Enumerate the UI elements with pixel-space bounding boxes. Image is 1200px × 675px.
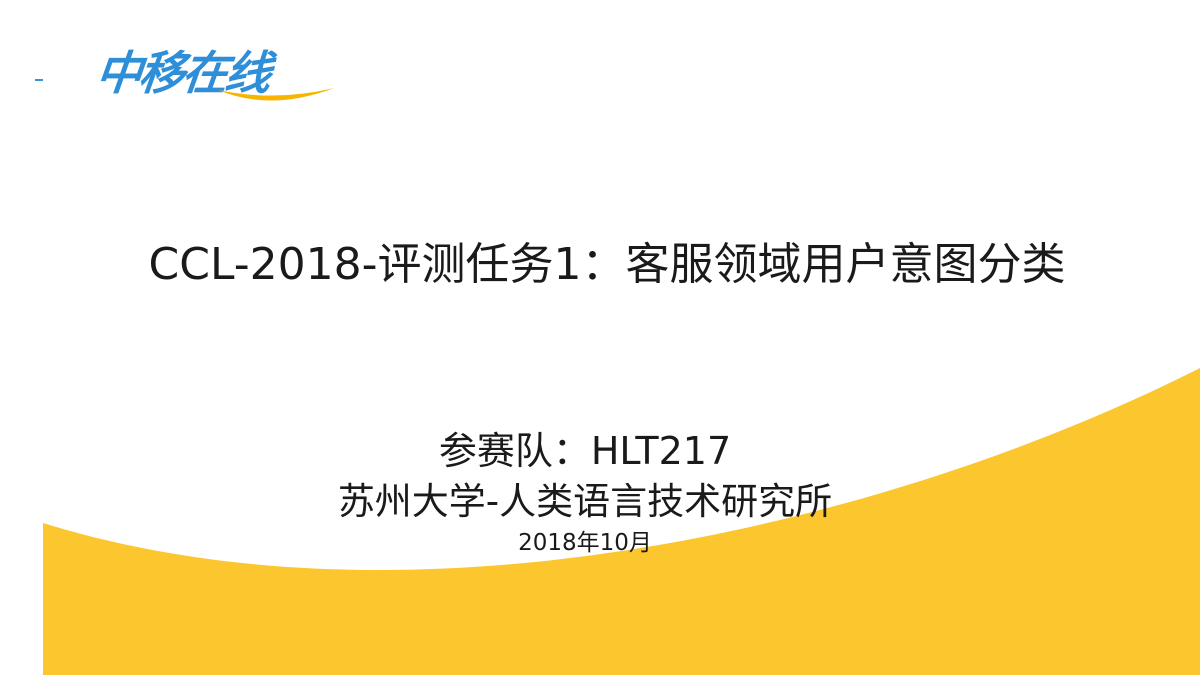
logo-swoosh-icon (218, 88, 334, 101)
team-name: 参赛队：HLT217 (438, 429, 732, 473)
affiliation: 苏州大学-人类语言技术研究所 (337, 480, 833, 523)
accent-dash (35, 79, 43, 81)
presentation-date: 2018年10月 (518, 530, 652, 556)
company-logo: 中移在线 (93, 40, 336, 106)
title-slide: 中移在线 CCL-2018-评测任务1：客服领域用户意图分类 参赛队：HLT21… (0, 0, 1200, 675)
presenter-info: 参赛队：HLT217 苏州大学-人类语言技术研究所 2018年10月 (0, 424, 1170, 560)
slide-title: CCL-2018-评测任务1：客服领域用户意图分类 (148, 239, 1066, 290)
